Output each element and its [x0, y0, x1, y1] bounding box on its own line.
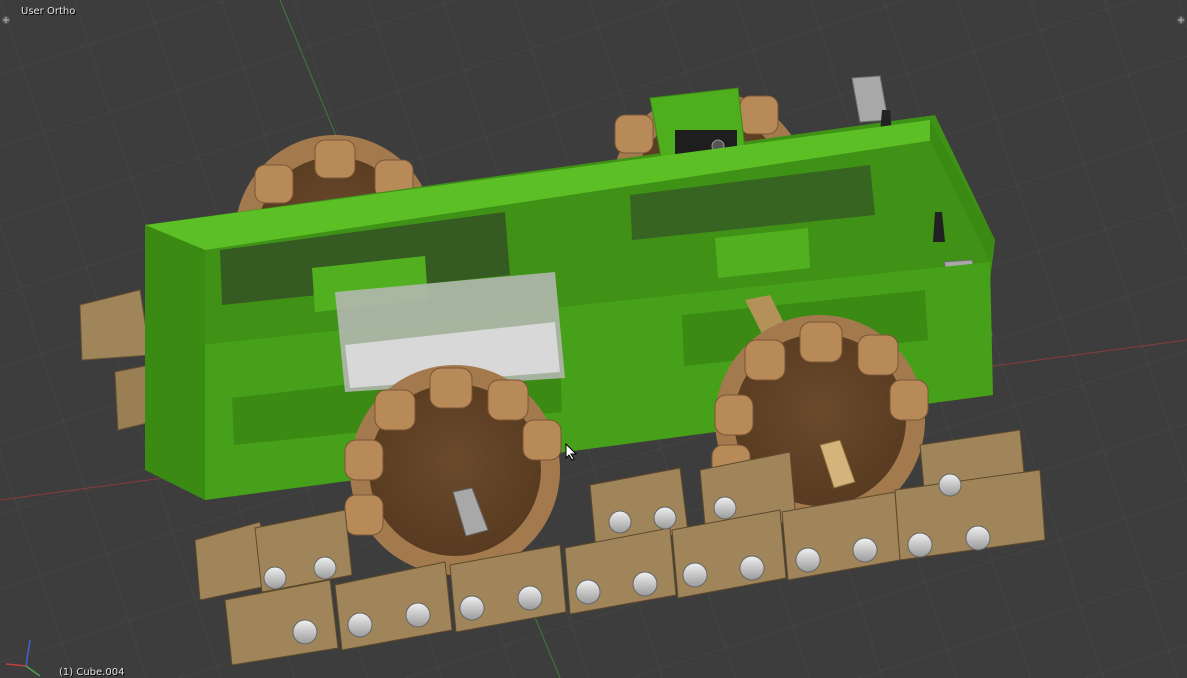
- 3d-viewport[interactable]: User Ortho (1) Cube.004: [0, 0, 1187, 678]
- corner-plus-icon[interactable]: [0, 14, 12, 26]
- corner-plus-icon[interactable]: [1175, 14, 1187, 26]
- view-mode-label: User Ortho: [21, 6, 76, 17]
- active-object-label: (1) Cube.004: [59, 667, 125, 678]
- 3d-scene[interactable]: [0, 0, 1187, 678]
- axis-gizmo-icon: [5, 639, 41, 677]
- mouse-cursor-icon: [565, 443, 577, 461]
